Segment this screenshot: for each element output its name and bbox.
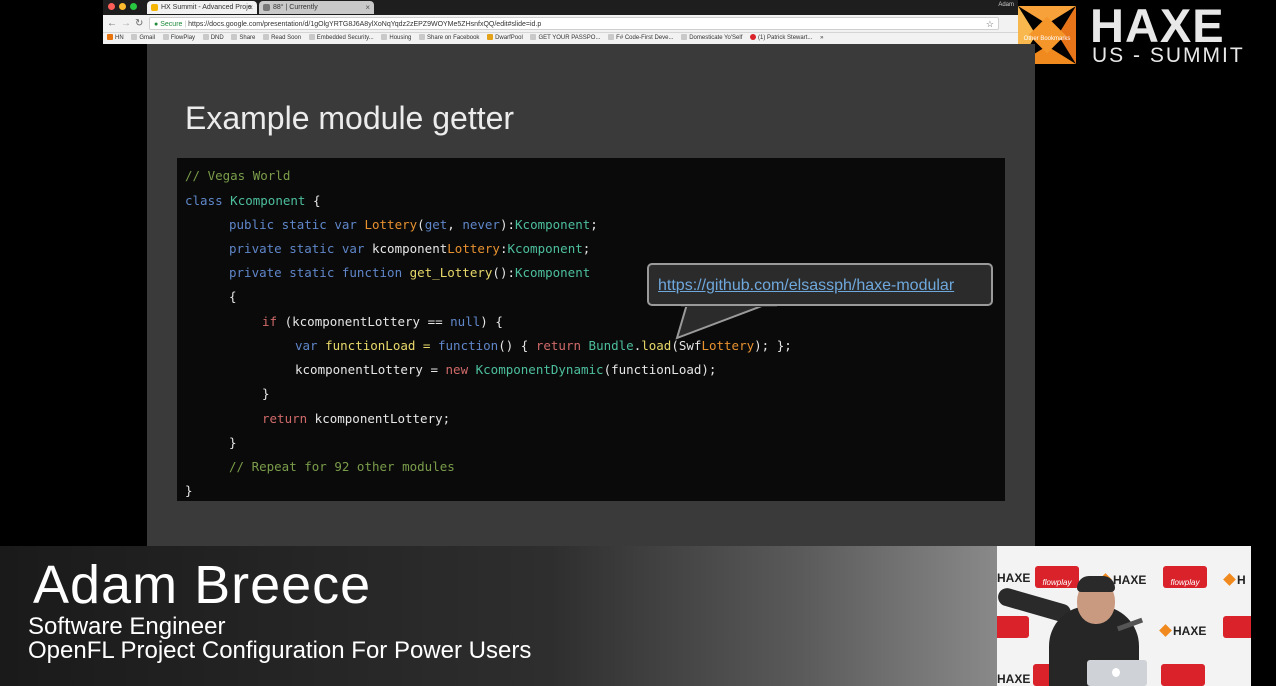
youtube-icon [750, 34, 757, 40]
folder-icon [202, 34, 209, 40]
bookmark-item[interactable]: Embedded Security... [308, 33, 374, 44]
bookmark-item[interactable]: DwarfPool [487, 33, 523, 44]
minimize-window-icon[interactable] [119, 3, 126, 10]
flowplay-backdrop-logo: flowplay [1035, 566, 1079, 588]
link-callout: https://github.com/elsassph/haxe-modular [647, 263, 993, 306]
secure-label: Secure [160, 21, 183, 28]
code-line: } [229, 435, 237, 450]
code-line: } [185, 483, 193, 498]
bookmark-item[interactable]: (1) Patrick Stewart... [750, 33, 812, 44]
code-line: return kcomponentLottery; [262, 411, 451, 426]
code-line: class Kcomponent { [185, 193, 321, 208]
folder-icon [263, 34, 270, 40]
lock-icon: ● [154, 21, 159, 28]
folder-icon [381, 34, 388, 40]
folder-icon [231, 34, 238, 40]
back-button[interactable]: ← [107, 17, 117, 30]
code-line: // Repeat for 92 other modules [229, 459, 455, 474]
summit-subtitle: US - SUMMIT [1092, 44, 1245, 67]
close-tab-icon[interactable]: × [248, 1, 253, 14]
pool-icon [487, 34, 494, 40]
folder-icon [419, 34, 426, 40]
bookmark-item[interactable]: Domesticate Yo'Self [681, 33, 742, 44]
haxe-backdrop-logo: HAXE [997, 571, 1031, 585]
document-icon [608, 34, 615, 40]
tab-strip: HX Summit - Advanced Proje × 88° | Curre… [103, 0, 1018, 15]
bookmark-item[interactable]: HN [107, 33, 124, 44]
folder-icon [308, 34, 315, 40]
bookmark-item[interactable]: Gmail [131, 33, 155, 44]
haxe-logo-icon [1223, 573, 1236, 586]
haxe-backdrop-logo: H [1223, 573, 1246, 587]
bookmark-item[interactable]: Read Soon [263, 33, 301, 44]
slide-title: Example module getter [185, 100, 515, 136]
code-line: } [262, 386, 270, 401]
slides-favicon-icon [151, 4, 158, 11]
flowplay-backdrop-logo: flowplay [1163, 566, 1207, 588]
speaker-name: Adam Breece [33, 555, 372, 615]
github-link[interactable]: https://github.com/elsassph/haxe-modular [658, 277, 954, 295]
code-line: kcomponentLottery = new KcomponentDynami… [295, 362, 717, 377]
profile-name[interactable]: Adam [998, 2, 1014, 8]
bookmarks-bar: HN Gmail FlowPlay DND Share Read Soon Em… [103, 32, 1018, 44]
haxe-backdrop-logo: HAXE [1159, 624, 1206, 638]
close-tab-icon[interactable]: × [365, 1, 370, 14]
flowplay-backdrop-logo [997, 616, 1029, 638]
haxe-logo-icon [1159, 624, 1172, 637]
close-window-icon[interactable] [108, 3, 115, 10]
browser-window: HX Summit - Advanced Proje × 88° | Curre… [103, 0, 1018, 44]
folder-icon [162, 34, 169, 40]
code-line: { [229, 289, 237, 304]
bookmark-item[interactable]: FlowPlay [162, 33, 195, 44]
presenter-hair [1077, 576, 1115, 592]
hn-icon [107, 34, 113, 40]
code-block: // Vegas World class Kcomponent { public… [177, 158, 1005, 501]
code-line: // Vegas World [185, 168, 291, 183]
speaker-webcam: HAXE flowplay HAXE flowplay H HAXE HAXE [997, 546, 1251, 686]
bookmark-item[interactable]: F# Code-First Deve... [608, 33, 674, 44]
code-line: var functionLoad = function() { return B… [295, 338, 792, 353]
bookmark-item[interactable]: DND [202, 33, 224, 44]
tab-label: 88° | Currently [273, 4, 318, 11]
url-text[interactable]: https://docs.google.com/presentation/d/1… [188, 21, 541, 28]
toolbar: ← → ↻ ● Secure | https://docs.google.com/… [103, 15, 1018, 32]
tab-currently[interactable]: 88° | Currently × [259, 1, 374, 14]
flowplay-backdrop-logo [1223, 616, 1251, 638]
code-line: public static var Lottery(get, never):Kc… [229, 217, 598, 232]
tab-hx-summit[interactable]: HX Summit - Advanced Proje × [147, 1, 257, 14]
flowplay-backdrop-logo [1161, 664, 1205, 686]
talk-title: OpenFL Project Configuration For Power U… [28, 637, 532, 664]
maximize-window-icon[interactable] [130, 3, 137, 10]
folder-icon [131, 34, 138, 40]
folder-icon [530, 34, 537, 40]
bookmark-item[interactable]: Share [231, 33, 255, 44]
bookmark-item[interactable]: GET YOUR PASSPO... [530, 33, 600, 44]
bookmark-star-icon[interactable]: ☆ [986, 18, 994, 29]
code-line: private static var kcomponentLottery:Kco… [229, 241, 591, 256]
presentation-slide: Example module getter // Vegas World cla… [147, 44, 1035, 546]
callout-tail-icon [675, 304, 777, 340]
other-bookmarks-label: Other Bookmarks [1024, 36, 1071, 42]
url-separator: | [184, 21, 187, 28]
code-line: private static function get_Lottery():Kc… [229, 265, 591, 280]
haxe-backdrop-logo: HAXE [997, 672, 1031, 686]
apple-logo-icon [1112, 668, 1120, 677]
reload-button[interactable]: ↻ [135, 17, 143, 30]
tab-label: HX Summit - Advanced Proje [161, 4, 252, 11]
more-bookmarks-button[interactable]: » [820, 33, 823, 44]
bookmark-item[interactable]: Housing [381, 33, 411, 44]
forward-button[interactable]: → [121, 17, 131, 30]
address-bar[interactable]: ● Secure | https://docs.google.com/presen… [149, 17, 999, 30]
bookmark-item[interactable]: Share on Facebook [419, 33, 479, 44]
weather-favicon-icon [263, 4, 270, 11]
haxe-brand-name: HAXE [1090, 0, 1225, 52]
folder-icon [681, 34, 688, 40]
code-line: if (kcomponentLottery == null) { [262, 314, 503, 329]
